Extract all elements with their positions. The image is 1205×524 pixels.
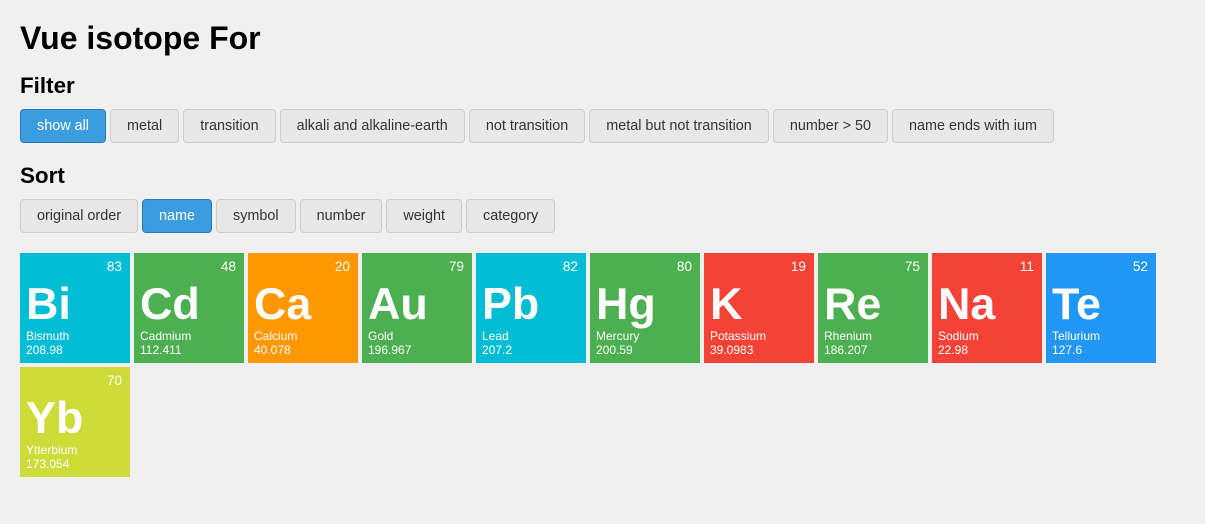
element-number: 52 xyxy=(1133,259,1148,274)
element-card: 75 Re Rhenium186.207 xyxy=(818,253,928,363)
element-number: 19 xyxy=(791,259,806,274)
element-name: Tellurium xyxy=(1052,329,1150,343)
element-card: 82 Pb Lead207.2 xyxy=(476,253,586,363)
element-card: 20 Ca Calcium40.078 xyxy=(248,253,358,363)
filter-buttons: show allmetaltransitionalkali and alkali… xyxy=(20,109,1185,143)
element-weight: 39.0983 xyxy=(710,343,808,357)
element-card: 11 Na Sodium22.98 xyxy=(932,253,1042,363)
filter-btn-metal-not-transition[interactable]: metal but not transition xyxy=(589,109,769,143)
element-weight: 40.078 xyxy=(254,343,352,357)
element-symbol: Re xyxy=(824,282,922,327)
filter-btn-show-all[interactable]: show all xyxy=(20,109,106,143)
element-card: 79 Au Gold196.967 xyxy=(362,253,472,363)
filter-btn-transition[interactable]: transition xyxy=(183,109,275,143)
sort-btn-name[interactable]: name xyxy=(142,199,212,233)
element-symbol: Yb xyxy=(26,396,124,441)
element-number: 82 xyxy=(563,259,578,274)
element-symbol: Bi xyxy=(26,282,124,327)
elements-grid: 83 Bi Bismuth208.98 48 Cd Cadmium112.411 20 Ca C… xyxy=(20,253,1185,477)
sort-label: Sort xyxy=(20,163,1185,189)
element-weight: 208.98 xyxy=(26,343,124,357)
filter-label: Filter xyxy=(20,73,1185,99)
filter-btn-number-gt-50[interactable]: number > 50 xyxy=(773,109,888,143)
element-number: 11 xyxy=(1020,259,1034,274)
element-number: 20 xyxy=(335,259,350,274)
sort-btn-number[interactable]: number xyxy=(300,199,383,233)
element-number: 83 xyxy=(107,259,122,274)
filter-btn-not-transition[interactable]: not transition xyxy=(469,109,585,143)
element-symbol: Pb xyxy=(482,282,580,327)
element-number: 48 xyxy=(221,259,236,274)
element-symbol: K xyxy=(710,282,808,327)
element-symbol: Au xyxy=(368,282,466,327)
element-card: 80 Hg Mercury200.59 xyxy=(590,253,700,363)
element-name: Ytterbium xyxy=(26,443,124,457)
element-name: Calcium xyxy=(254,329,352,343)
sort-section: Sort original ordernamesymbolnumberweigh… xyxy=(20,163,1185,233)
element-weight: 127.6 xyxy=(1052,343,1150,357)
element-card: 19 K Potassium39.0983 xyxy=(704,253,814,363)
element-number: 80 xyxy=(677,259,692,274)
element-card: 70 Yb Ytterbium173.054 xyxy=(20,367,130,477)
sort-btn-category[interactable]: category xyxy=(466,199,555,233)
element-weight: 112.411 xyxy=(140,343,238,357)
element-weight: 196.967 xyxy=(368,343,466,357)
element-weight: 200.59 xyxy=(596,343,694,357)
element-name: Potassium xyxy=(710,329,808,343)
element-symbol: Ca xyxy=(254,282,352,327)
element-name: Mercury xyxy=(596,329,694,343)
element-symbol: Hg xyxy=(596,282,694,327)
filter-section: Filter show allmetaltransitionalkali and… xyxy=(20,73,1185,143)
element-number: 70 xyxy=(107,373,122,388)
element-name: Rhenium xyxy=(824,329,922,343)
element-name: Sodium xyxy=(938,329,1036,343)
element-weight: 207.2 xyxy=(482,343,580,357)
element-weight: 186.207 xyxy=(824,343,922,357)
element-number: 75 xyxy=(905,259,920,274)
element-name: Cadmium xyxy=(140,329,238,343)
element-weight: 22.98 xyxy=(938,343,1036,357)
sort-btn-original-order[interactable]: original order xyxy=(20,199,138,233)
filter-btn-metal[interactable]: metal xyxy=(110,109,179,143)
filter-btn-alkali[interactable]: alkali and alkaline-earth xyxy=(280,109,465,143)
element-number: 79 xyxy=(449,259,464,274)
element-symbol: Na xyxy=(938,282,1036,327)
sort-btn-symbol[interactable]: symbol xyxy=(216,199,296,233)
filter-btn-name-ends-ium[interactable]: name ends with ium xyxy=(892,109,1054,143)
element-name: Bismuth xyxy=(26,329,124,343)
element-name: Gold xyxy=(368,329,466,343)
page-title: Vue isotope For xyxy=(20,20,1185,57)
sort-btn-weight[interactable]: weight xyxy=(386,199,462,233)
element-symbol: Te xyxy=(1052,282,1150,327)
element-card: 83 Bi Bismuth208.98 xyxy=(20,253,130,363)
element-card: 48 Cd Cadmium112.411 xyxy=(134,253,244,363)
sort-buttons: original ordernamesymbolnumberweightcate… xyxy=(20,199,1185,233)
element-name: Lead xyxy=(482,329,580,343)
element-card: 52 Te Tellurium127.6 xyxy=(1046,253,1156,363)
element-symbol: Cd xyxy=(140,282,238,327)
element-weight: 173.054 xyxy=(26,457,124,471)
